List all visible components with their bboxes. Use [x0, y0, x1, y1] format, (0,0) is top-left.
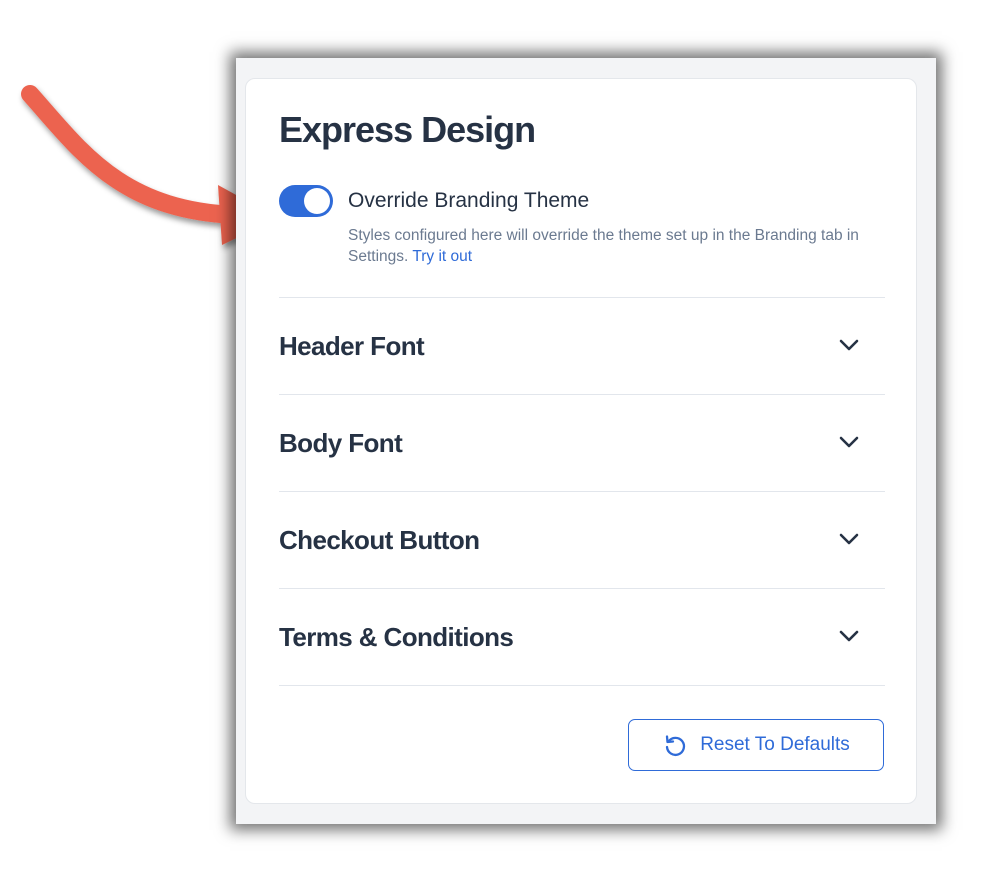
undo-icon: [666, 735, 686, 756]
chevron-down-icon[interactable]: [839, 435, 859, 449]
section-terms-conditions[interactable]: Terms & Conditions: [279, 588, 885, 686]
screenshot-stage: Express Design Override Branding Theme S…: [0, 0, 988, 872]
chevron-down-icon[interactable]: [839, 532, 859, 546]
override-help-text: Styles configured here will override the…: [348, 225, 888, 267]
express-design-card: Express Design Override Branding Theme S…: [245, 78, 917, 804]
section-title: Checkout Button: [279, 525, 480, 555]
section-body-font[interactable]: Body Font: [279, 394, 885, 491]
override-branding-label: Override Branding Theme: [348, 189, 590, 212]
chevron-down-icon[interactable]: [839, 629, 859, 643]
page-title: Express Design: [279, 109, 536, 150]
chevron-down-icon[interactable]: [839, 338, 859, 352]
accordion-sections: Header Font Body Font Checkout Button Te…: [279, 297, 885, 686]
section-title: Body Font: [279, 428, 403, 458]
toggle-knob: [304, 188, 330, 214]
reset-to-defaults-button[interactable]: Reset To Defaults: [628, 719, 884, 771]
section-header-font[interactable]: Header Font: [279, 297, 885, 394]
reset-button-label: Reset To Defaults: [700, 734, 850, 755]
section-title: Terms & Conditions: [279, 622, 514, 652]
try-it-out-link[interactable]: Try it out: [412, 248, 472, 265]
panel-frame: Express Design Override Branding Theme S…: [236, 58, 936, 824]
section-checkout-button[interactable]: Checkout Button: [279, 491, 885, 588]
section-title: Header Font: [279, 331, 425, 361]
override-branding-toggle[interactable]: [279, 185, 333, 217]
